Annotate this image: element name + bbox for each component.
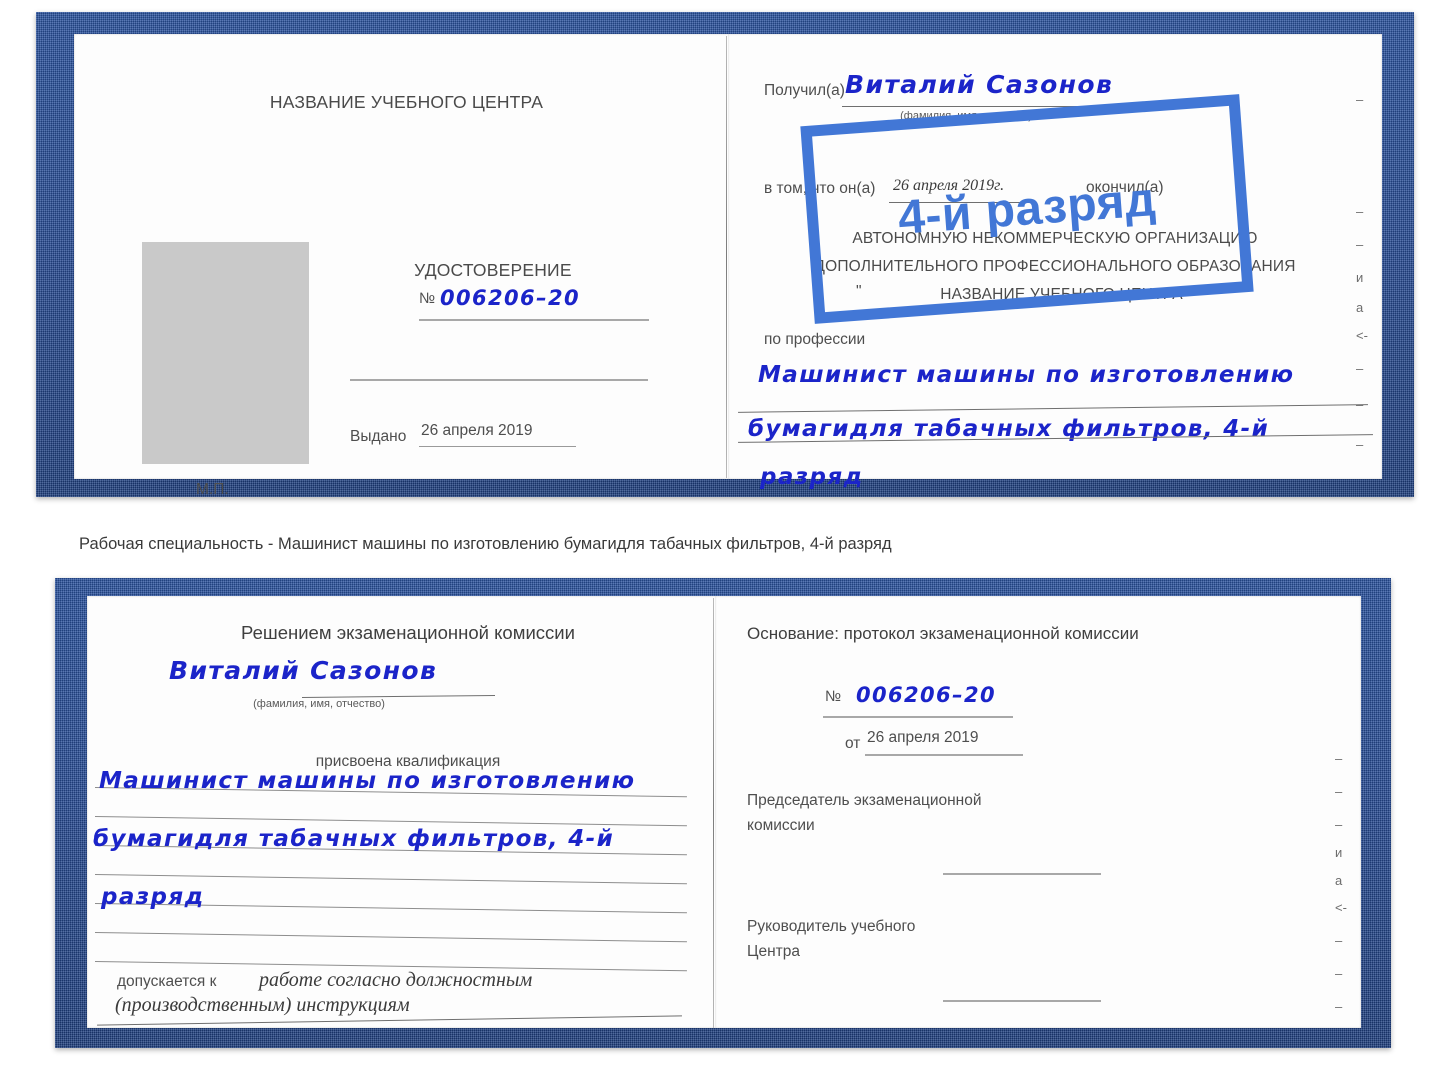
bottom-left-page: Решением экзаменационной комиссии Витали…	[87, 596, 729, 1028]
rank-watermark-stamp: 4-й разряд	[800, 94, 1254, 324]
top-left-seal-label: М.П.	[196, 481, 229, 498]
bottom-right-head-line2: Центра	[747, 943, 800, 960]
edge-mark-4: а	[1356, 300, 1364, 315]
top-spine	[726, 36, 727, 478]
bottom-right-chairman-line2: комиссии	[747, 817, 815, 834]
bottom-right-page: Основание: протокол экзаменационной коми…	[715, 596, 1361, 1028]
photo-placeholder	[142, 242, 309, 464]
edge-mark-b2: –	[1335, 817, 1343, 832]
top-right-profession-line3: разряд	[760, 464, 864, 490]
bottom-right-chairman-line1: Председатель экзаменационной	[747, 792, 982, 809]
edge-mark-b1: –	[1335, 784, 1343, 799]
bottom-right-date-value: 26 апреля 2019	[867, 729, 979, 746]
bottom-right-number-value: 006206–20	[856, 683, 996, 707]
top-left-number-rule	[419, 319, 649, 321]
bottom-right-number-rule	[823, 716, 1013, 718]
edge-mark-b3: и	[1335, 845, 1343, 860]
top-left-issued-rule	[419, 446, 576, 447]
bottom-left-qualification-line3: разряд	[101, 884, 205, 910]
bottom-right-chairman-rule	[943, 873, 1101, 875]
bottom-left-qualification-line2: бумагидля табачных фильтров, 4-й	[93, 826, 615, 852]
top-left-header: НАЗВАНИЕ УЧЕБНОГО ЦЕНТРА	[269, 92, 544, 112]
certificate-bottom: Решением экзаменационной комиссии Витали…	[55, 578, 1391, 1048]
top-right-prof-rule-1	[738, 404, 1368, 413]
bottom-right-number-label: №	[825, 688, 842, 705]
bottom-right-date-rule	[865, 754, 1023, 756]
bottom-right-date-label: от	[845, 735, 861, 752]
top-right-received-label: Получил(а)	[764, 82, 845, 99]
bottom-spine	[713, 598, 714, 1028]
bottom-right-head-line1: Руководитель учебного	[747, 918, 916, 935]
edge-mark-b0: –	[1335, 751, 1343, 766]
bottom-left-header: Решением экзаменационной комиссии	[241, 622, 575, 643]
bottom-left-admitted-label: допускается к	[117, 973, 217, 990]
bottom-right-head-rule	[943, 1000, 1101, 1002]
top-right-received-value: Виталий Сазонов	[845, 70, 1114, 99]
edge-mark-8: –	[1356, 437, 1364, 452]
bottom-left-name-hint: (фамилия, имя, отчество)	[253, 698, 385, 710]
bottom-left-admitted-line1: работе согласно должностным	[259, 969, 533, 991]
bottom-left-ruled-lines	[94, 778, 687, 988]
top-right-profession-label: по профессии	[764, 331, 866, 348]
edge-mark-b4: а	[1335, 873, 1343, 888]
bottom-left-name-value: Виталий Сазонов	[169, 656, 438, 685]
top-left-number-label: №	[419, 290, 436, 307]
edge-mark-2: –	[1356, 237, 1364, 252]
bottom-left-qualification-line1: Машинист машины по изготовлению	[99, 768, 636, 794]
edge-mark-3: и	[1356, 270, 1364, 285]
edge-mark-0: –	[1356, 92, 1364, 107]
edge-mark-7: –	[1356, 397, 1364, 412]
bottom-left-admitted-line2: (производственным) инструкциям	[115, 994, 410, 1016]
top-left-blank-rule	[350, 379, 648, 381]
edge-mark-b5: <-	[1335, 900, 1347, 915]
bottom-right-basis-label: Основание: протокол экзаменационной коми…	[747, 624, 1139, 643]
page-caption: Рабочая специальность - Машинист машины …	[79, 535, 892, 553]
top-left-issued-value: 26 апреля 2019	[421, 422, 533, 439]
edge-mark-b6: –	[1335, 933, 1343, 948]
edge-mark-5: <-	[1356, 328, 1368, 343]
top-left-doc-title: УДОСТОВЕРЕНИЕ	[414, 260, 572, 280]
top-right-profession-line1: Машинист машины по изготовлению	[758, 362, 1295, 388]
top-left-page: НАЗВАНИЕ УЧЕБНОГО ЦЕНТРА УДОСТОВЕРЕНИЕ №…	[74, 34, 739, 498]
top-left-issued-label: Выдано	[350, 428, 407, 445]
edge-mark-b7: –	[1335, 966, 1343, 981]
top-left-number-value: 006206–20	[440, 286, 580, 310]
edge-mark-6: –	[1356, 361, 1364, 376]
edge-mark-1: –	[1356, 204, 1364, 219]
edge-mark-b8: –	[1335, 999, 1343, 1014]
